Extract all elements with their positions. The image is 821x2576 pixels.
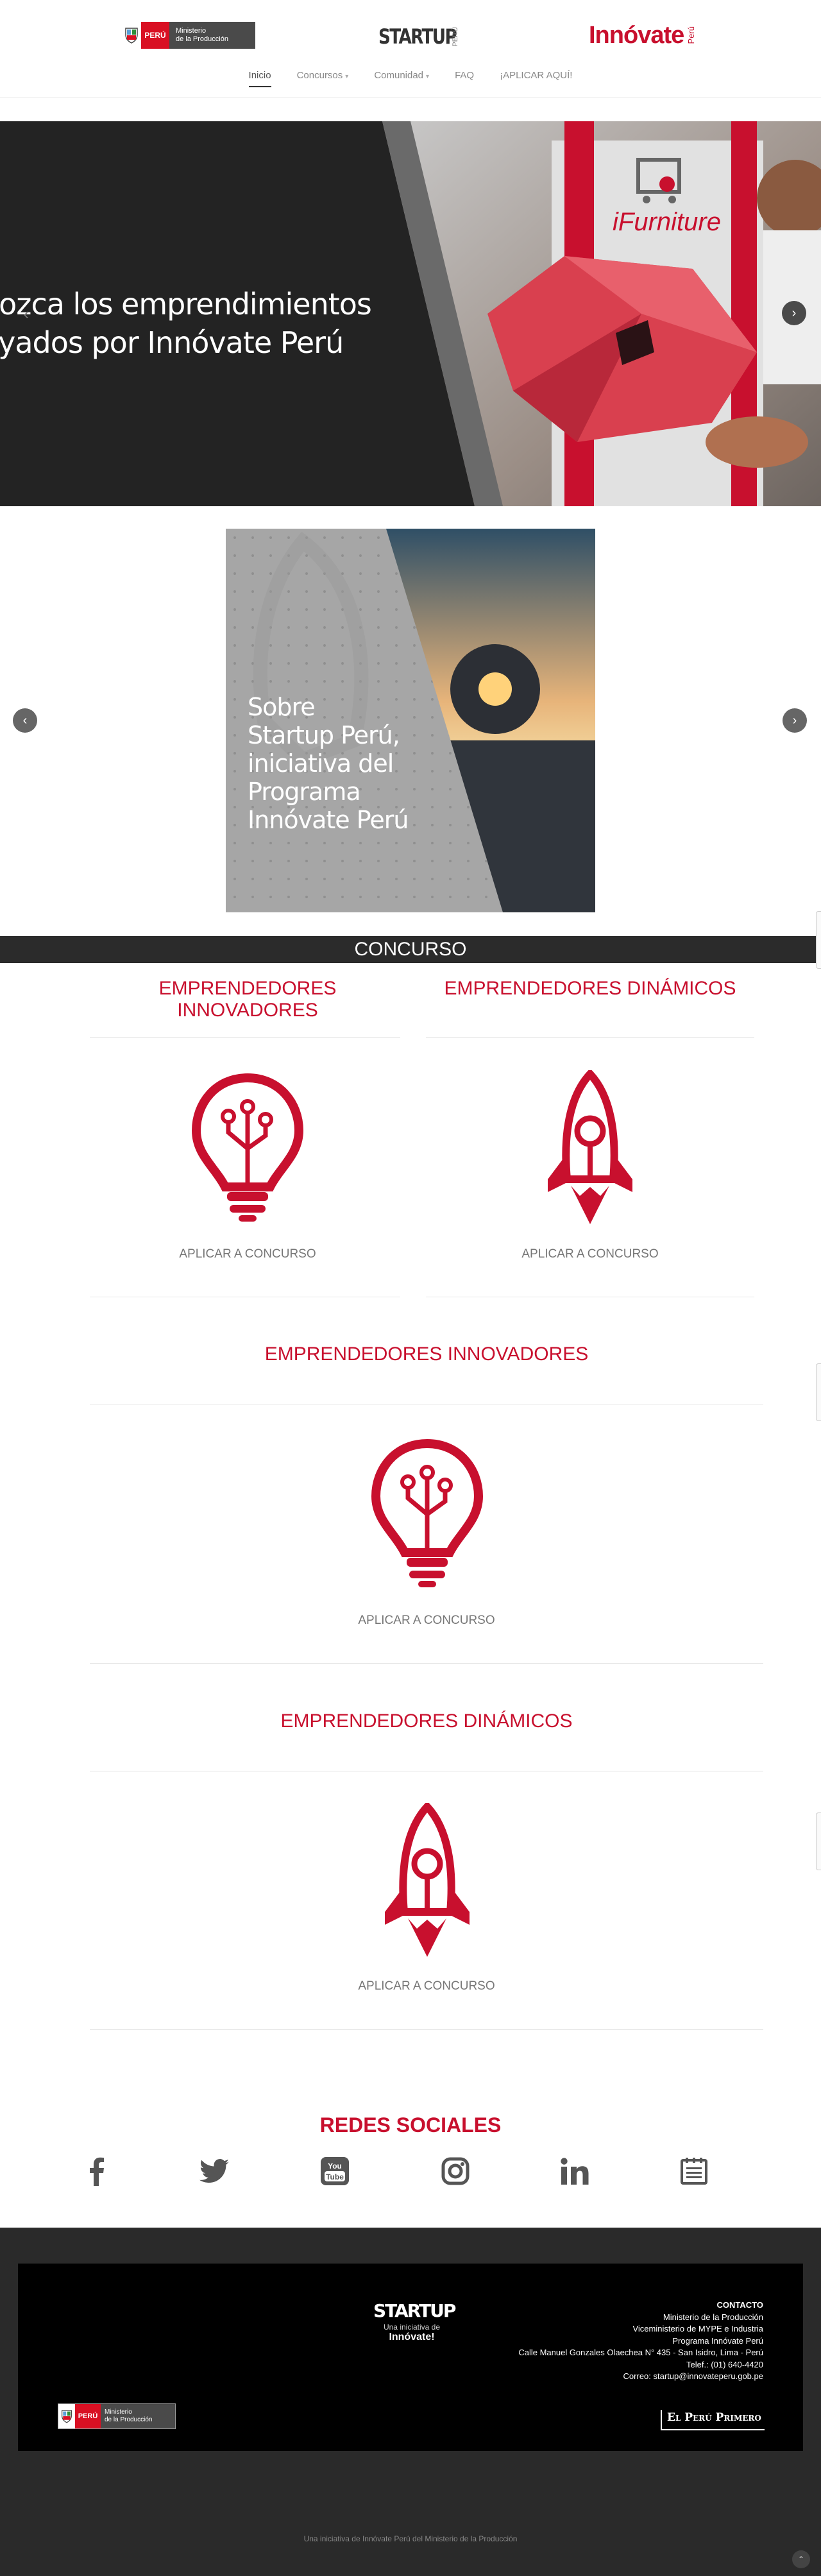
nav-comunidad-label: Comunidad — [374, 70, 424, 81]
divider — [426, 1037, 754, 1038]
ministry-label: Ministerio de la Producción — [101, 2404, 175, 2428]
footer-startup-word: STARTUP — [373, 2300, 456, 2321]
peru-label: PERÚ — [141, 22, 169, 49]
hero-prev-arrow-icon[interactable]: ‹ — [14, 302, 38, 326]
peru-shield-icon — [122, 24, 141, 47]
contact-email[interactable]: Correo: startup@innovateperu.gob.pe — [500, 2371, 763, 2383]
chevron-down-icon: ▾ — [345, 73, 349, 80]
about-line: Startup Perú, — [248, 721, 400, 749]
social-title: REDES SOCIALES — [319, 2113, 502, 2137]
contact-line: Calle Manuel Gonzales Olaechea N° 435 - … — [518, 2348, 763, 2357]
card-next-arrow-icon[interactable]: › — [783, 708, 807, 733]
nav-inicio[interactable]: Inicio — [236, 68, 284, 87]
footer-startup-brand: Innóvate! — [389, 2332, 435, 2342]
hero-next-arrow-icon[interactable]: › — [782, 301, 806, 325]
hero-slider: iFurniture nozca los emprendimientos oya… — [0, 121, 821, 506]
lightbulb-icon[interactable] — [190, 1071, 305, 1225]
hero-caption-line2: oyados por Innóvate Perú — [0, 325, 344, 360]
ministry-line1: Ministerio — [105, 2409, 132, 2416]
ministry-line2: de la Producción — [105, 2416, 153, 2423]
contest-title-innovadores: EMPRENDEDORES INNOVADORES — [158, 978, 337, 1021]
startup-tag: PERÚ — [452, 27, 459, 47]
contact-line: Ministerio de la Producción — [663, 2312, 763, 2322]
card-prev-arrow-icon[interactable]: ‹ — [13, 708, 37, 733]
sign-text: iFurniture — [613, 208, 721, 236]
contact-block: CONTACTO Ministerio de la Producción Vic… — [500, 2299, 763, 2383]
contest-title-dinamicos-stacked: EMPRENDEDORES DINÁMICOS — [280, 1710, 573, 1732]
about-line: Innóvate Perú — [248, 806, 409, 834]
apply-dinamicos-link[interactable]: APLICAR A CONCURSO — [426, 1247, 754, 1261]
site-header: PERÚ Ministerio de la Producción STARTUP… — [0, 0, 821, 98]
divider — [90, 1037, 400, 1038]
contact-line: Programa Innóvate Perú — [672, 2335, 763, 2346]
chevron-down-icon: ▾ — [426, 73, 430, 80]
startup-wordmark: STARTUP — [378, 24, 457, 49]
nav-concursos-label: Concursos — [296, 70, 343, 81]
peru-primero-logo[interactable]: El Perú Primero — [661, 2410, 765, 2430]
about-line: Programa — [248, 778, 361, 806]
contact-title: CONTACTO — [716, 2300, 763, 2310]
apply-innovadores-link[interactable]: APLICAR A CONCURSO — [90, 1247, 405, 1261]
nav-concursos[interactable]: Concursos ▾ — [284, 68, 362, 87]
main-nav: Inicio Concursos ▾ Comunidad ▾ FAQ ¡APLICA… — [0, 68, 821, 87]
divider — [90, 2029, 763, 2030]
about-line: Sobre — [248, 693, 316, 721]
footer-startup-logo[interactable]: STARTUP Una iniciativa de Innóvate! — [373, 2300, 456, 2345]
rocket-icon[interactable] — [381, 1803, 473, 1963]
about-card-caption: Sobre Startup Perú, iniciativa del Progr… — [248, 693, 434, 834]
footer-startup-sub: Una iniciativa de — [383, 2323, 441, 2332]
copyright-text: Una iniciativa de Innóvate Perú del Mini… — [303, 2534, 518, 2543]
produce-logo[interactable]: PERÚ Ministerio de la Producción — [122, 22, 255, 49]
apply-innovadores-link[interactable]: APLICAR A CONCURSO — [90, 1614, 763, 1628]
contest-title-innovadores-stacked: EMPRENDEDORES INNOVADORES — [264, 1343, 589, 1365]
nav-aplicar-label: ¡APLICAR AQUÍ! — [500, 70, 573, 81]
svg-text:You: You — [328, 2162, 342, 2171]
footer-produce-logo[interactable]: PERÚ Ministerio de la Producción — [58, 2403, 176, 2429]
contact-line: Viceministerio de MYPE e Industria — [632, 2324, 763, 2333]
facebook-icon[interactable] — [81, 2156, 112, 2187]
hero-caption: nozca los emprendimientos oyados por Inn… — [0, 285, 443, 362]
side-tab[interactable] — [816, 1813, 821, 1870]
startup-peru-logo[interactable]: STARTUP PERÚ — [378, 22, 466, 51]
lightbulb-icon[interactable] — [369, 1437, 485, 1591]
concurso-title: CONCURSO — [354, 939, 467, 960]
nav-aplicar[interactable]: ¡APLICAR AQUÍ! — [487, 68, 585, 87]
divider — [90, 1663, 763, 1664]
nav-faq-label: FAQ — [455, 70, 475, 81]
ministry-label: Ministerio de la Producción — [169, 22, 255, 49]
twitter-icon[interactable] — [199, 2156, 230, 2187]
contest-title-dinamicos: EMPRENDEDORES DINÁMICOS — [444, 978, 736, 999]
startup-word: STARTUP — [378, 24, 457, 49]
linkedin-icon[interactable] — [559, 2156, 590, 2187]
side-tab[interactable] — [816, 911, 821, 969]
apply-dinamicos-link[interactable]: APLICAR A CONCURSO — [90, 1979, 763, 1993]
scroll-top-icon[interactable]: ⌃ — [792, 2550, 810, 2568]
ministry-line1: Ministerio — [176, 27, 207, 35]
nav-faq[interactable]: FAQ — [442, 68, 487, 87]
side-tab[interactable] — [816, 1363, 821, 1421]
innovate-wordmark: Innóvate — [589, 21, 684, 49]
newsletter-icon[interactable] — [679, 2156, 709, 2187]
nav-comunidad[interactable]: Comunidad ▾ — [361, 68, 442, 87]
instagram-icon[interactable] — [440, 2156, 471, 2187]
contact-line: Telef.: (01) 640-4420 — [686, 2359, 763, 2369]
innovate-tag: Perú — [686, 26, 697, 44]
peru-shield-icon — [58, 2404, 75, 2428]
nav-inicio-label: Inicio — [248, 70, 271, 81]
ministry-line2: de la Producción — [176, 35, 228, 43]
about-line: iniciativa del — [248, 749, 394, 778]
svg-text:Tube: Tube — [326, 2172, 344, 2181]
concurso-section-bar: CONCURSO — [0, 936, 821, 963]
youtube-icon[interactable]: You Tube — [319, 2156, 350, 2187]
hero-caption-line1: nozca los emprendimientos — [0, 287, 372, 321]
rocket-icon[interactable] — [544, 1070, 636, 1231]
innovate-peru-logo[interactable]: Innóvate Perú — [589, 19, 704, 51]
peru-label: PERÚ — [75, 2404, 101, 2428]
